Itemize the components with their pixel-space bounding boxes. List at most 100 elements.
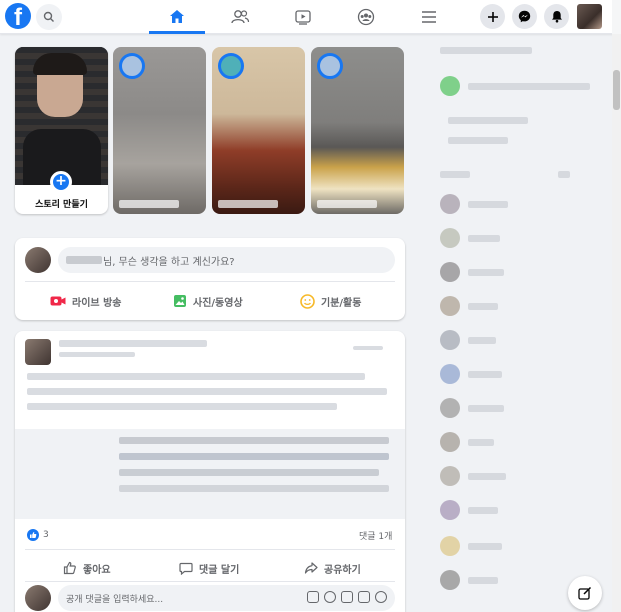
photo-video-label: 사진/동영상 — [193, 297, 243, 309]
contact-item[interactable] — [440, 432, 494, 452]
contact-item[interactable] — [440, 296, 498, 316]
link-preview-text — [119, 485, 389, 492]
reaction-summary[interactable]: 3 — [27, 529, 49, 541]
link-preview-text — [119, 453, 389, 460]
composer-input[interactable]: 님, 무슨 생각을 하고 계신가요? — [58, 247, 395, 273]
menu-icon — [422, 11, 436, 23]
link-preview[interactable] — [15, 429, 405, 519]
tab-groups[interactable] — [338, 0, 394, 34]
photo-video-icon — [174, 295, 186, 307]
search-icon — [43, 11, 54, 22]
post-author-avatar[interactable] — [25, 339, 51, 365]
share-label: 공유하기 — [324, 564, 361, 576]
contact-item[interactable] — [440, 262, 504, 282]
sponsored-thumb — [440, 76, 460, 96]
facebook-logo[interactable]: f — [5, 3, 31, 29]
contact-item[interactable] — [440, 228, 500, 248]
link-preview-text — [119, 469, 379, 476]
camera-icon[interactable] — [341, 591, 353, 603]
post-timestamp[interactable] — [59, 352, 135, 357]
create-story-photo — [15, 47, 108, 185]
story-avatar — [119, 53, 145, 79]
watch-icon — [295, 10, 311, 25]
page-scrollbar[interactable] — [612, 34, 621, 612]
composer-avatar — [25, 247, 51, 273]
post-divider — [25, 549, 395, 550]
commenter-avatar — [25, 585, 51, 611]
like-label: 좋아요 — [83, 564, 111, 576]
notifications-button[interactable] — [544, 4, 569, 29]
messenger-button[interactable] — [512, 4, 537, 29]
contact-item[interactable] — [440, 536, 502, 556]
create-story-card[interactable]: + — [15, 47, 108, 214]
story-card[interactable] — [113, 47, 206, 214]
friends-icon — [231, 10, 250, 24]
post-text-line — [27, 373, 365, 380]
feeling-label: 기분/활동 — [321, 297, 362, 309]
messenger-icon — [518, 10, 531, 23]
sticker-icon[interactable] — [375, 591, 387, 603]
compose-message-icon — [578, 586, 592, 600]
search-button[interactable] — [36, 4, 62, 30]
feed-post: 3 댓글 1개 좋아요 댓글 달기 공유하기 공개 댓글을 입력하세요... — [15, 331, 405, 612]
comment-placeholder: 공개 댓글을 입력하세요... — [66, 594, 164, 605]
home-icon — [170, 10, 184, 23]
feeling-button[interactable]: 기분/활동 — [300, 288, 361, 314]
groups-icon — [357, 8, 375, 26]
notifications-icon — [551, 11, 562, 23]
emoji-icon[interactable] — [324, 591, 336, 603]
live-video-label: 라이브 방송 — [72, 297, 122, 309]
story-avatar — [218, 53, 244, 79]
contact-item[interactable] — [440, 194, 508, 214]
rail-contacts-heading — [440, 164, 570, 184]
rail-sponsored-item[interactable] — [440, 72, 590, 100]
contact-item[interactable] — [440, 398, 504, 418]
top-navigation-bar: f — [0, 0, 621, 34]
comment-input[interactable]: 공개 댓글을 입력하세요... — [58, 585, 395, 611]
tab-friends[interactable] — [212, 0, 268, 34]
share-button[interactable]: 공유하기 — [304, 557, 361, 579]
contact-item[interactable] — [440, 570, 498, 590]
post-options-button[interactable] — [353, 346, 383, 350]
like-button[interactable]: 좋아요 — [63, 557, 111, 579]
link-preview-title — [119, 437, 389, 444]
story-card[interactable] — [311, 47, 404, 214]
post-text-line — [27, 403, 337, 410]
tab-menu[interactable] — [401, 0, 457, 34]
live-video-button[interactable]: 라이브 방송 — [50, 288, 121, 314]
composer-placeholder: 님, 무슨 생각을 하고 계신가요? — [103, 256, 235, 268]
plus-icon: + — [50, 171, 72, 193]
scrollbar-thumb[interactable] — [613, 70, 620, 110]
gif-icon[interactable] — [358, 591, 370, 603]
new-message-button[interactable] — [568, 576, 602, 610]
post-author-name[interactable] — [59, 340, 207, 347]
story-author-name — [119, 200, 179, 208]
story-avatar — [317, 53, 343, 79]
composer-divider — [25, 281, 395, 282]
contact-item[interactable] — [440, 364, 502, 384]
contact-item[interactable] — [440, 500, 498, 520]
comment-label: 댓글 달기 — [199, 564, 240, 576]
story-card[interactable] — [212, 47, 305, 214]
story-author-name — [218, 200, 278, 208]
tab-watch[interactable] — [275, 0, 331, 34]
rail-sponsored-link[interactable] — [440, 130, 508, 150]
tab-home[interactable] — [149, 0, 205, 34]
like-icon — [63, 561, 76, 575]
avatar-sticker-icon[interactable] — [307, 591, 319, 603]
contact-item[interactable] — [440, 330, 496, 350]
comment-button[interactable]: 댓글 달기 — [179, 557, 239, 579]
share-icon — [304, 562, 318, 574]
scrollbar-top — [612, 0, 621, 34]
rail-section-heading — [440, 40, 532, 60]
contact-item[interactable] — [440, 466, 506, 486]
comment-count[interactable]: 댓글 1개 — [359, 529, 392, 542]
create-icon — [487, 11, 498, 22]
photo-video-button[interactable]: 사진/동영상 — [173, 288, 243, 314]
account-avatar[interactable] — [577, 4, 602, 29]
live-video-icon — [50, 296, 66, 306]
create-button[interactable] — [480, 4, 505, 29]
rail-sponsored-link[interactable] — [440, 110, 528, 130]
post-composer: 님, 무슨 생각을 하고 계신가요? 라이브 방송 사진/동영상 기분/활동 — [15, 238, 405, 320]
post-text-line — [27, 388, 387, 395]
